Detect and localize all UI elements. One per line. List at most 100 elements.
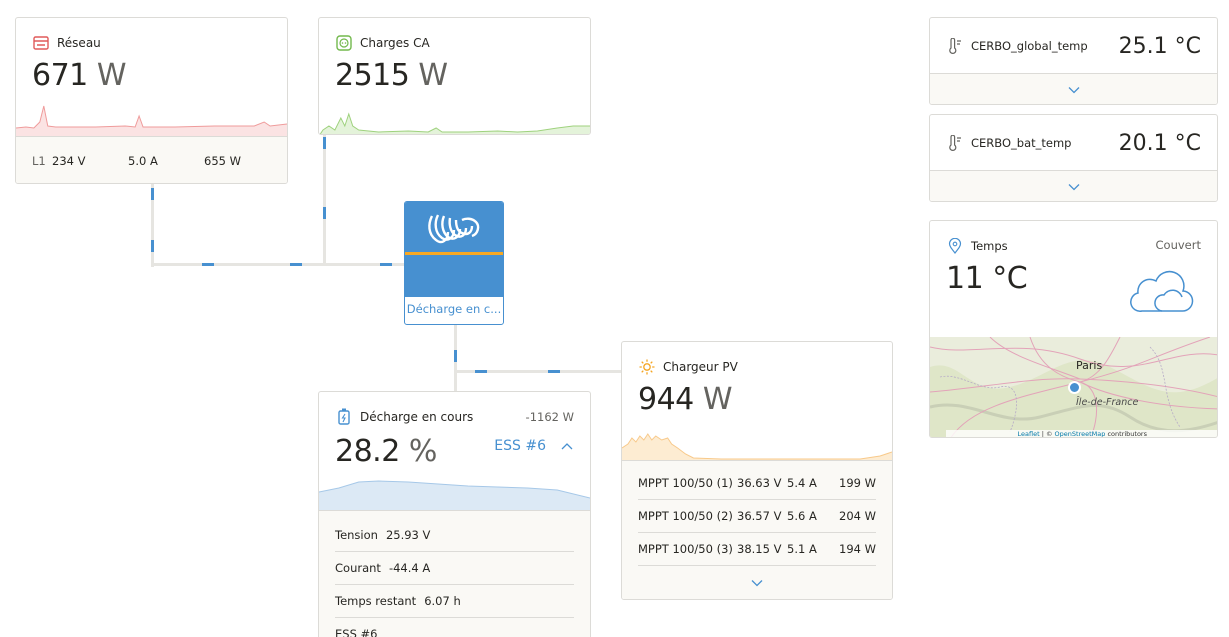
pv-expand-button[interactable]	[622, 571, 892, 595]
battery-details: Tension 25.93 V Courant -44.4 A Temps re…	[319, 510, 590, 637]
grid-card[interactable]: Réseau 671 W L1 234 V 5.0 A 655 W	[15, 17, 288, 184]
battery-ess-label: ESS #6	[494, 438, 546, 454]
list-item: MPPT 100/50 (3) 38.15 V 5.1 A 194 W	[622, 533, 892, 565]
weather-temp: 11 °C	[946, 261, 1028, 296]
cloud-icon	[1128, 267, 1196, 321]
grid-phase-row: L1 234 V 5.0 A 655 W	[16, 137, 287, 168]
pv-sparkline	[622, 433, 892, 460]
temp-bat-name: CERBO_bat_temp	[971, 135, 1072, 150]
pv-charger-card[interactable]: Chargeur PV 944 W MPPT 100/50 (1) 36.63 …	[621, 341, 893, 600]
chevron-down-icon	[1068, 87, 1079, 94]
battery-power: -1162 W	[525, 410, 574, 424]
attribution-tail: contributors	[1107, 430, 1147, 438]
mppt-voltage: 36.63 V	[737, 476, 782, 490]
temp-bat-header: CERBO_bat_temp	[946, 134, 1071, 151]
inverter-card[interactable]: Décharge en c...	[404, 201, 504, 325]
temp-card-global[interactable]: CERBO_global_temp 25.1 °C	[929, 17, 1218, 105]
battery-time-value: 6.07 h	[424, 594, 461, 608]
chevron-down-icon	[751, 580, 763, 587]
mppt-name: MPPT 100/50 (2)	[638, 509, 733, 523]
inverter-status: Décharge en c...	[406, 302, 502, 316]
temp-card-battery[interactable]: CERBO_bat_temp 20.1 °C	[929, 114, 1218, 202]
weather-card[interactable]: Temps Couvert 11 °C Paris Île-de-France …	[929, 220, 1218, 438]
weather-title: Temps	[971, 238, 1008, 253]
battery-sparkline	[319, 480, 590, 510]
grid-phase-current: 5.0 A	[128, 154, 158, 168]
attribution-separator: | ©	[1041, 430, 1053, 438]
pv-number: 944	[638, 382, 694, 417]
flow-dot	[290, 263, 302, 266]
pv-header: Chargeur PV	[638, 358, 738, 375]
battery-ess-toggle[interactable]: ESS #6	[494, 438, 574, 454]
flow-dot	[454, 350, 457, 362]
flow-dot	[475, 370, 487, 373]
battery-icon	[335, 408, 352, 425]
map-city-label: Paris	[1076, 359, 1103, 372]
wire-grid-to-inverter	[151, 263, 405, 266]
sun-icon	[638, 358, 655, 375]
pv-title: Chargeur PV	[663, 359, 738, 374]
grid-value-unit: W	[96, 58, 127, 93]
grid-tower-icon	[32, 34, 49, 51]
pv-power-value: 944 W	[638, 382, 732, 417]
leaflet-link[interactable]: Leaflet	[1017, 430, 1039, 437]
chevron-up-icon	[561, 443, 573, 450]
weather-map[interactable]: Paris Île-de-France Leaflet | © OpenStre…	[930, 337, 1217, 438]
battery-current-label: Courant	[335, 561, 381, 575]
battery-row-voltage: Tension 25.93 V	[319, 519, 590, 551]
ac-loads-unit: W	[418, 58, 448, 93]
battery-row-time: Temps restant 6.07 h	[319, 585, 590, 617]
battery-header: Décharge en cours	[335, 408, 473, 425]
grid-value-number: 671	[32, 58, 88, 93]
mppt-current: 5.1 A	[787, 542, 817, 556]
mppt-current: 5.6 A	[787, 509, 817, 523]
grid-title: Réseau	[57, 35, 101, 50]
temp-bat-expand[interactable]	[930, 170, 1217, 201]
mppt-voltage: 36.57 V	[737, 509, 782, 523]
ac-loads-card[interactable]: Charges CA 2515 W	[318, 17, 591, 135]
battery-voltage-label: Tension	[335, 528, 378, 542]
ac-loads-number: 2515	[335, 58, 410, 93]
map-region-label: Île-de-France	[1076, 397, 1139, 408]
map-location-marker	[1068, 381, 1081, 394]
battery-soc-number: 28.2	[335, 434, 400, 469]
ac-loads-sparkline	[319, 112, 590, 134]
flow-dot	[380, 263, 392, 266]
battery-card[interactable]: Décharge en cours -1162 W 28.2 % ESS #6 …	[318, 391, 591, 637]
pv-unit: W	[702, 382, 733, 417]
flow-dot	[202, 263, 214, 266]
weather-header: Temps	[946, 237, 1008, 254]
grid-footer: L1 234 V 5.0 A 655 W	[16, 136, 287, 183]
flow-dot	[548, 370, 560, 373]
battery-title: Décharge en cours	[360, 409, 474, 424]
inverter-logo-panel	[405, 202, 503, 252]
ac-loads-value: 2515 W	[335, 58, 448, 93]
inverter-dark-panel	[405, 255, 503, 297]
temp-bat-value: 20.1 °C	[1118, 131, 1201, 156]
battery-soc-unit: %	[408, 434, 438, 469]
battery-time-label: Temps restant	[335, 594, 417, 608]
mppt-name: MPPT 100/50 (3)	[638, 542, 733, 556]
grid-sparkline	[16, 105, 287, 136]
ac-loads-header: Charges CA	[335, 34, 430, 51]
battery-current-value: -44.4 A	[388, 561, 431, 575]
wire-acloads-down	[323, 134, 326, 266]
grid-phase-label: L1	[32, 154, 46, 168]
grid-phase-voltage: 234 V	[52, 154, 86, 168]
map-attribution: Leaflet | © OpenStreetMap contributors	[946, 430, 1217, 438]
flow-dot	[323, 207, 326, 219]
battery-soc-value: 28.2 %	[335, 434, 437, 469]
mppt-power: 204 W	[839, 509, 876, 523]
socket-icon	[335, 34, 352, 51]
mppt-power: 199 W	[839, 476, 876, 490]
temp-global-name: CERBO_global_temp	[971, 38, 1088, 53]
temp-global-expand[interactable]	[930, 73, 1217, 104]
thermometer-icon	[946, 37, 963, 54]
mppt-current: 5.4 A	[787, 476, 817, 490]
flow-dot	[323, 137, 326, 149]
ac-loads-title: Charges CA	[360, 35, 430, 50]
flow-dot	[151, 240, 154, 252]
thermometer-icon	[946, 134, 963, 151]
osm-link[interactable]: OpenStreetMap	[1055, 430, 1106, 437]
grid-phase-power: 655 W	[204, 154, 241, 168]
